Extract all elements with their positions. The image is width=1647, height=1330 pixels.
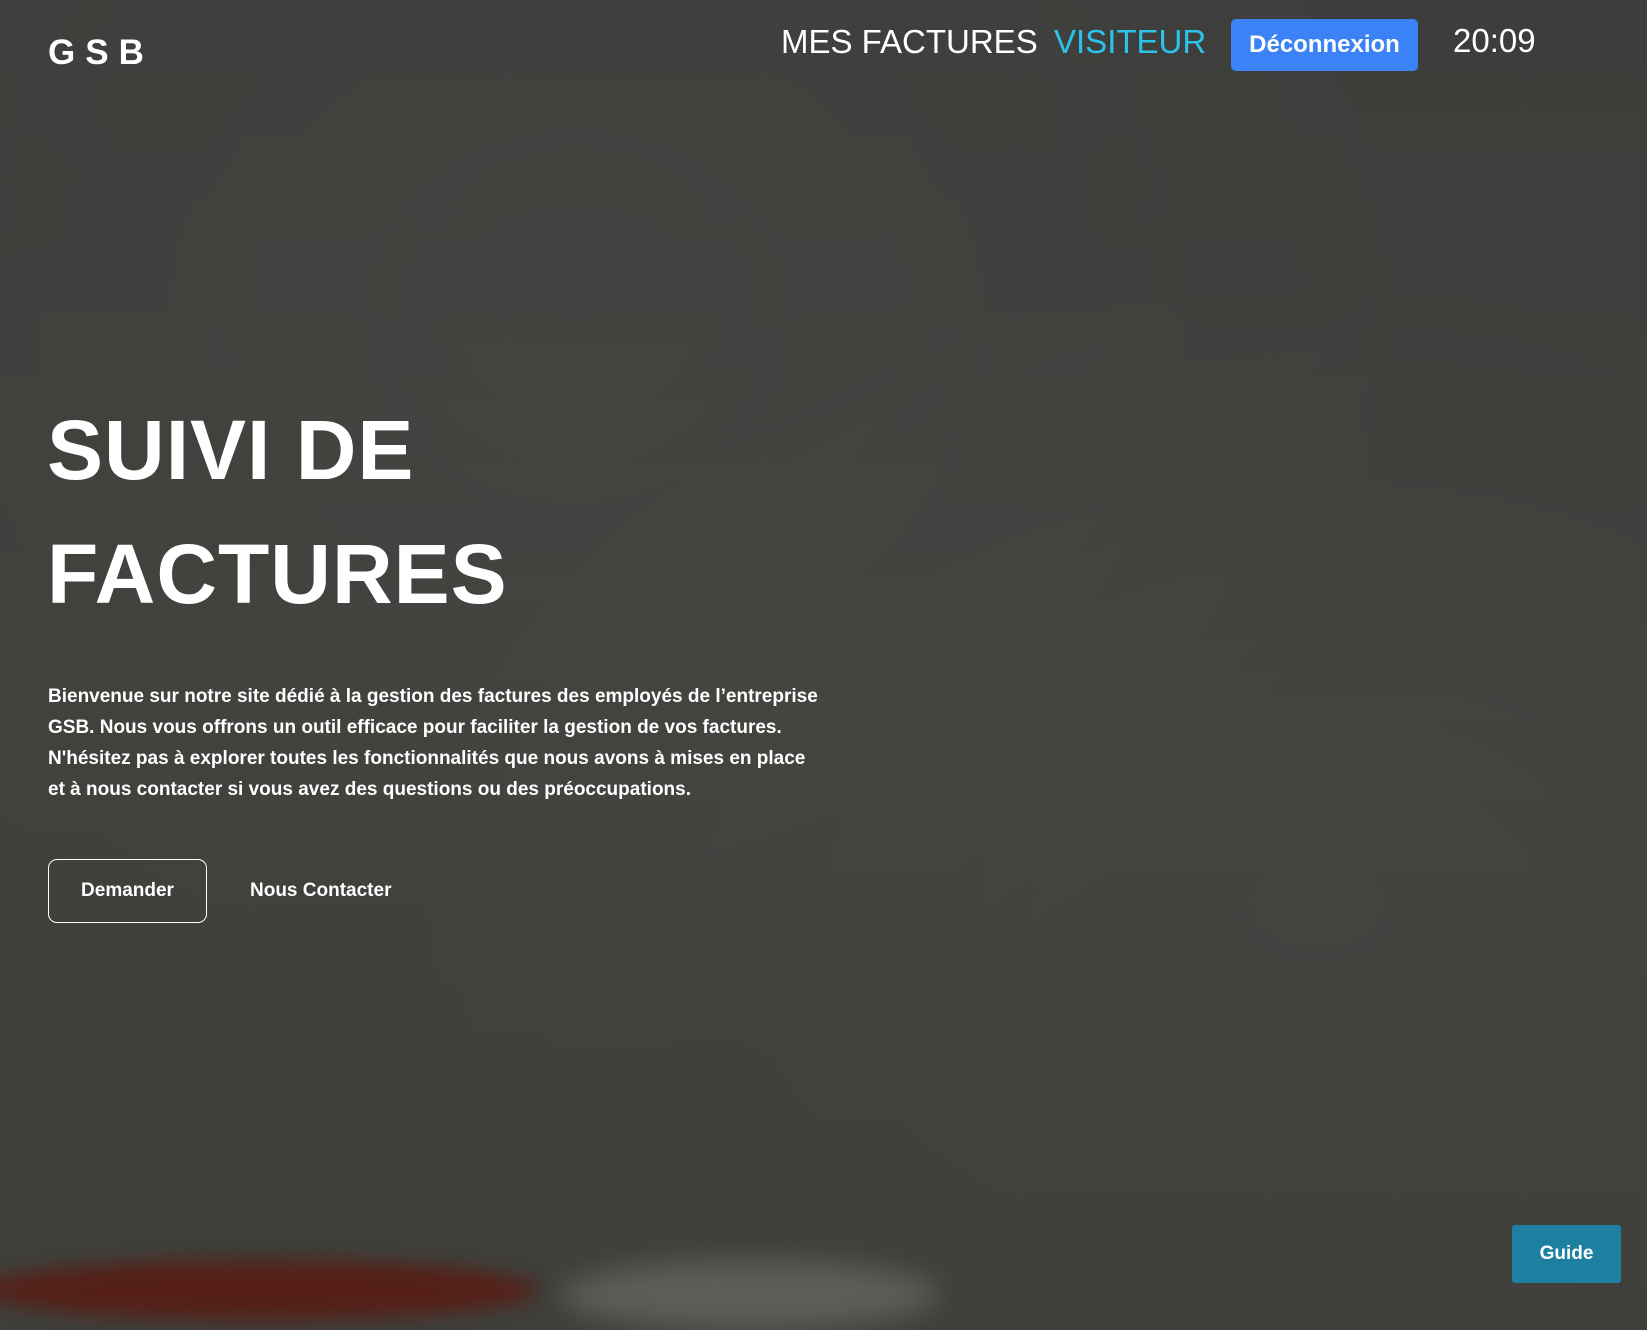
guide-button[interactable]: Guide xyxy=(1512,1225,1621,1283)
hero-title: SUIVI DE FACTURES xyxy=(47,388,847,636)
background-blur-red xyxy=(0,1260,540,1320)
logo[interactable]: GSB xyxy=(48,33,154,73)
background-image xyxy=(0,0,1647,1290)
nav-link-mes-factures[interactable]: MES FACTURES xyxy=(781,22,1038,62)
hero-title-line-2: FACTURES xyxy=(47,527,508,621)
top-navbar: GSB MES FACTURES VISITEUR Déconnexion 20… xyxy=(0,0,1647,96)
background-blur-light xyxy=(560,1260,940,1330)
intro-paragraph: Bienvenue sur notre site dédié à la gest… xyxy=(48,686,818,800)
logout-button[interactable]: Déconnexion xyxy=(1231,19,1418,71)
hero-title-line-1: SUIVI DE xyxy=(47,403,415,497)
contact-link[interactable]: Nous Contacter xyxy=(250,876,391,906)
demander-button[interactable]: Demander xyxy=(48,859,207,923)
nav-link-visiteur[interactable]: VISITEUR xyxy=(1054,22,1206,62)
clock: 20:09 xyxy=(1453,22,1536,59)
